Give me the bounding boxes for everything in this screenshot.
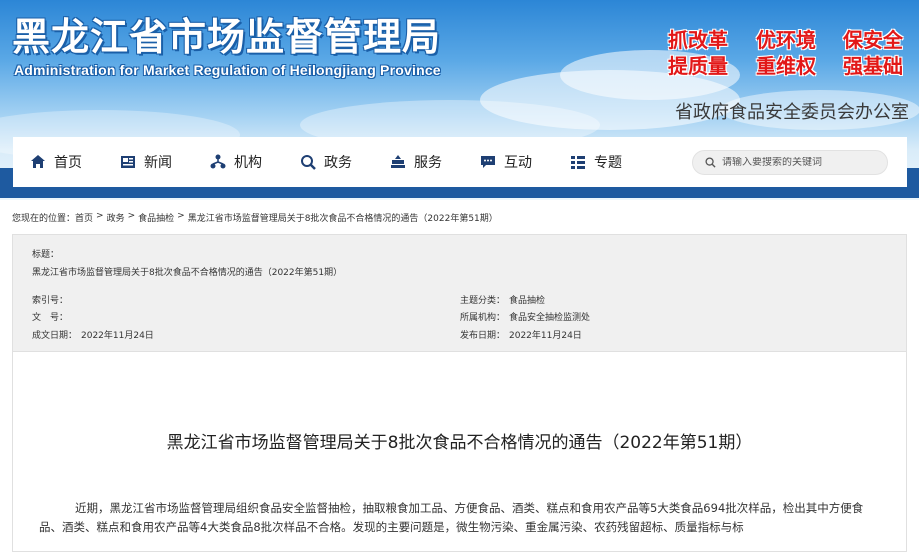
meta-published-value: 2022年11月24日 (509, 331, 582, 341)
nav-item-label: 机构 (234, 155, 262, 171)
nav-item-label: 服务 (414, 155, 442, 171)
nav-item-label: 新闻 (144, 155, 172, 171)
meta-created-label: 成文日期： (32, 331, 78, 341)
slogan: 保安全 (843, 28, 903, 52)
nav-item-label: 政务 (324, 155, 352, 171)
slogan: 强基础 (843, 54, 903, 78)
nav-item-label: 专题 (594, 155, 622, 171)
nav-item-label: 首页 (54, 155, 82, 171)
office-name: 省政府食品安全委员会办公室 (675, 102, 909, 123)
organization-icon (210, 154, 226, 170)
slogan: 提质量 (668, 54, 728, 78)
search-icon[interactable] (705, 153, 716, 172)
meta-published-label: 发布日期： (460, 331, 506, 341)
government-icon (300, 154, 316, 170)
nav-item-service[interactable]: 服务 (390, 152, 442, 172)
breadcrumb-home[interactable]: 首页 (75, 211, 93, 224)
news-icon (120, 154, 136, 170)
breadcrumb-current: 黑龙江省市场监督管理局关于8批次食品不合格情况的通告（2022年第51期） (187, 214, 498, 224)
meta-topic-label: 主题分类： (460, 296, 506, 306)
breadcrumb-food-sampling[interactable]: 食品抽检 (138, 211, 174, 224)
main-navigation: 首页 新闻 机构 政务 服务 互动 专题 (13, 137, 907, 187)
slogan: 重维权 (756, 54, 816, 78)
article-title: 黑龙江省市场监督管理局关于8批次食品不合格情况的通告（2022年第51期） (166, 433, 753, 453)
home-icon (30, 154, 46, 170)
breadcrumb-separator: > (177, 211, 185, 221)
slogan: 抓改革 (668, 28, 728, 52)
meta-title-label: 标题： (32, 250, 60, 260)
breadcrumb-government[interactable]: 政务 (107, 211, 125, 224)
nav-item-news[interactable]: 新闻 (120, 152, 172, 172)
meta-topic-value: 食品抽检 (509, 296, 546, 306)
nav-item-interaction[interactable]: 互动 (480, 152, 532, 172)
search-input[interactable] (722, 157, 882, 168)
meta-org-label: 所属机构： (460, 313, 506, 323)
breadcrumb-separator: > (127, 211, 136, 221)
nav-item-organization[interactable]: 机构 (210, 152, 262, 172)
meta-created-value: 2022年11月24日 (81, 331, 154, 341)
site-title: 黑龙江省市场监督管理局 (12, 15, 442, 59)
chat-icon (480, 154, 496, 170)
search-box (692, 150, 888, 175)
nav-item-label: 互动 (504, 155, 532, 171)
meta-doc-number-label: 文 号： (32, 313, 69, 323)
nav-item-government[interactable]: 政务 (300, 152, 352, 172)
nav-item-home[interactable]: 首页 (30, 152, 82, 172)
breadcrumb-separator: > (96, 211, 104, 221)
site-title-english: Administration for Market Regulation of … (14, 62, 441, 78)
meta-org-value: 食品安全抽检监测处 (509, 313, 591, 323)
article-body: 近期，黑龙江省市场监督管理局组织食品安全监督抽检，抽取粮食加工品、方便食品、酒类… (39, 501, 864, 534)
breadcrumb: 您现在的位置： 首页 > 政务 > 食品抽检 > 黑龙江省市场监督管理局关于8批… (12, 211, 498, 224)
topic-icon (570, 154, 586, 170)
slogan: 优环境 (756, 28, 816, 52)
nav-item-topic[interactable]: 专题 (570, 152, 622, 172)
service-icon (390, 154, 406, 170)
breadcrumb-prefix: 您现在的位置： (12, 214, 76, 224)
meta-index-label: 索引号： (32, 296, 69, 306)
meta-title-value: 黑龙江省市场监督管理局关于8批次食品不合格情况的通告（2022年第51期） (32, 268, 343, 278)
